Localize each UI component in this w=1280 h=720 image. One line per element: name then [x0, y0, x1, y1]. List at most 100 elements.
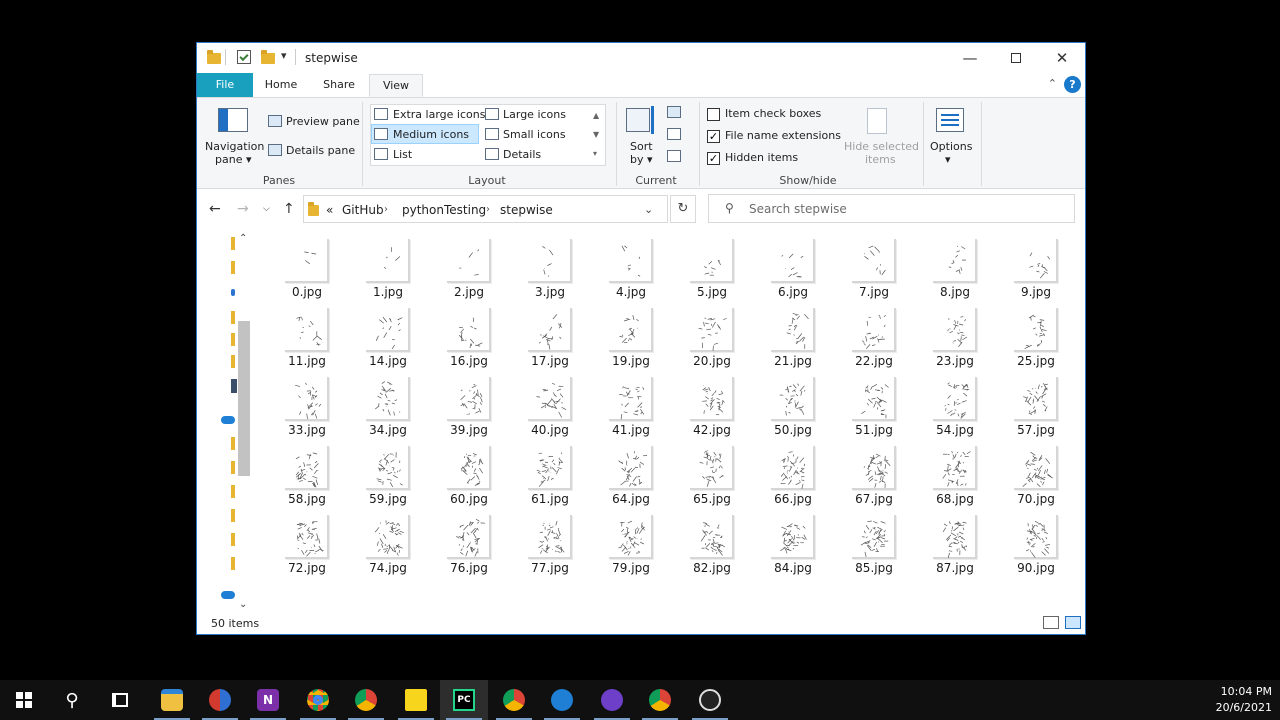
- size-columns-icon[interactable]: [667, 150, 681, 162]
- file-item[interactable]: 6.jpg: [753, 234, 833, 300]
- taskbar-chrome[interactable]: [490, 680, 538, 720]
- taskbar-onenote[interactable]: N: [244, 680, 292, 720]
- hidden-items-checkbox[interactable]: ✓: [707, 152, 720, 165]
- nav-blue-icon[interactable]: [231, 289, 235, 296]
- file-item[interactable]: 42.jpg: [672, 372, 752, 438]
- file-item[interactable]: 20.jpg: [672, 303, 752, 369]
- search-input[interactable]: ⚲ Search stepwise: [708, 194, 1075, 223]
- file-item[interactable]: 50.jpg: [753, 372, 833, 438]
- nav-folder-icon[interactable]: [231, 461, 235, 474]
- close-button[interactable]: ✕: [1039, 43, 1085, 73]
- item-check-boxes-checkbox[interactable]: [707, 108, 720, 121]
- file-item[interactable]: 60.jpg: [429, 441, 509, 507]
- nav-folder-icon[interactable]: [231, 333, 235, 346]
- nav-folder-icon[interactable]: [231, 509, 235, 522]
- taskbar-obs[interactable]: [686, 680, 734, 720]
- file-item[interactable]: 85.jpg: [834, 510, 914, 576]
- file-item[interactable]: 61.jpg: [510, 441, 590, 507]
- customize-quick-access-icon[interactable]: ▾: [281, 49, 287, 65]
- file-item[interactable]: 54.jpg: [915, 372, 995, 438]
- properties-icon[interactable]: [237, 50, 251, 64]
- file-item[interactable]: 77.jpg: [510, 510, 590, 576]
- tab-file[interactable]: File: [197, 73, 253, 97]
- file-item[interactable]: 5.jpg: [672, 234, 752, 300]
- add-columns-icon[interactable]: [667, 128, 681, 140]
- layout-medium-icons[interactable]: Medium icons: [393, 128, 469, 141]
- help-icon[interactable]: ?: [1064, 76, 1081, 93]
- taskbar-file-explorer[interactable]: [148, 680, 196, 720]
- breadcrumb-pythontesting[interactable]: pythonTesting: [402, 203, 486, 217]
- file-item[interactable]: 17.jpg: [510, 303, 590, 369]
- taskbar-sticky-notes[interactable]: [392, 680, 440, 720]
- nav-folder-icon[interactable]: [231, 237, 235, 250]
- file-item[interactable]: 21.jpg: [753, 303, 833, 369]
- minimize-button[interactable]: —: [947, 43, 993, 73]
- file-item[interactable]: 11.jpg: [267, 303, 347, 369]
- file-item[interactable]: 72.jpg: [267, 510, 347, 576]
- file-item[interactable]: 7.jpg: [834, 234, 914, 300]
- up-arrow-icon[interactable]: ↑: [283, 201, 295, 217]
- tab-share[interactable]: Share: [313, 74, 365, 97]
- back-arrow-icon[interactable]: ←: [209, 201, 221, 217]
- maximize-button[interactable]: [993, 43, 1039, 73]
- file-item[interactable]: 34.jpg: [348, 372, 428, 438]
- layout-list[interactable]: List: [393, 148, 412, 161]
- layout-large-icons[interactable]: Large icons: [503, 108, 566, 121]
- layout-scroll-icon[interactable]: ▲ ▼ ▾: [593, 106, 599, 163]
- nav-folder-icon[interactable]: [231, 261, 235, 274]
- nav-folder-icon[interactable]: [231, 557, 235, 570]
- taskbar-maps[interactable]: [538, 680, 586, 720]
- address-bar[interactable]: « GitHub › pythonTesting › stepwise ⌄: [303, 195, 668, 223]
- taskbar-github-desktop[interactable]: [588, 680, 636, 720]
- preview-pane-button[interactable]: Preview pane: [286, 115, 360, 128]
- taskbar-chrome[interactable]: [294, 680, 342, 720]
- breadcrumb-github[interactable]: GitHub: [342, 203, 384, 217]
- file-item[interactable]: 59.jpg: [348, 441, 428, 507]
- file-item[interactable]: 82.jpg: [672, 510, 752, 576]
- file-item[interactable]: 70.jpg: [996, 441, 1076, 507]
- tab-home[interactable]: Home: [255, 74, 307, 97]
- file-item[interactable]: 65.jpg: [672, 441, 752, 507]
- details-pane-button[interactable]: Details pane: [286, 144, 355, 157]
- layout-details[interactable]: Details: [503, 148, 541, 161]
- options-button[interactable]: Options ▾: [927, 102, 975, 168]
- nav-folder-icon[interactable]: [231, 437, 235, 450]
- file-item[interactable]: 87.jpg: [915, 510, 995, 576]
- nav-folder-icon[interactable]: [231, 485, 235, 498]
- onedrive-cloud-icon[interactable]: [221, 416, 235, 424]
- file-item[interactable]: 22.jpg: [834, 303, 914, 369]
- address-dropdown-chevron-icon[interactable]: ⌄: [644, 203, 653, 216]
- file-item[interactable]: 3.jpg: [510, 234, 590, 300]
- forward-arrow-icon[interactable]: →: [237, 201, 249, 217]
- file-item[interactable]: 14.jpg: [348, 303, 428, 369]
- file-item[interactable]: 66.jpg: [753, 441, 833, 507]
- group-by-icon[interactable]: [667, 106, 681, 118]
- layout-small-icons[interactable]: Small icons: [503, 128, 566, 141]
- recent-locations-chevron-icon[interactable]: ⌵: [263, 204, 270, 214]
- file-item[interactable]: 8.jpg: [915, 234, 995, 300]
- file-item[interactable]: 2.jpg: [429, 234, 509, 300]
- nav-folder-icon[interactable]: [231, 311, 235, 324]
- onedrive-cloud-icon[interactable]: [221, 591, 235, 599]
- file-item[interactable]: 33.jpg: [267, 372, 347, 438]
- file-item[interactable]: 67.jpg: [834, 441, 914, 507]
- new-folder-icon[interactable]: [261, 50, 275, 66]
- taskbar-chrome[interactable]: [636, 680, 684, 720]
- breadcrumb-chevron-icon[interactable]: ›: [486, 204, 490, 215]
- file-item[interactable]: 58.jpg: [267, 441, 347, 507]
- file-item[interactable]: 16.jpg: [429, 303, 509, 369]
- file-item[interactable]: 39.jpg: [429, 372, 509, 438]
- refresh-button[interactable]: ↻: [670, 195, 696, 223]
- file-item[interactable]: 51.jpg: [834, 372, 914, 438]
- nav-pane-scrollbar[interactable]: ⌃ ⌄: [237, 233, 252, 615]
- file-item[interactable]: 1.jpg: [348, 234, 428, 300]
- file-item[interactable]: 25.jpg: [996, 303, 1076, 369]
- task-view-button[interactable]: [96, 680, 144, 720]
- breadcrumb-overflow[interactable]: «: [326, 203, 333, 217]
- file-item[interactable]: 23.jpg: [915, 303, 995, 369]
- nav-folder-icon[interactable]: [231, 355, 235, 368]
- file-item[interactable]: 4.jpg: [591, 234, 671, 300]
- scroll-thumb[interactable]: [238, 321, 250, 476]
- scroll-down-icon[interactable]: ⌄: [239, 599, 247, 610]
- file-item[interactable]: 76.jpg: [429, 510, 509, 576]
